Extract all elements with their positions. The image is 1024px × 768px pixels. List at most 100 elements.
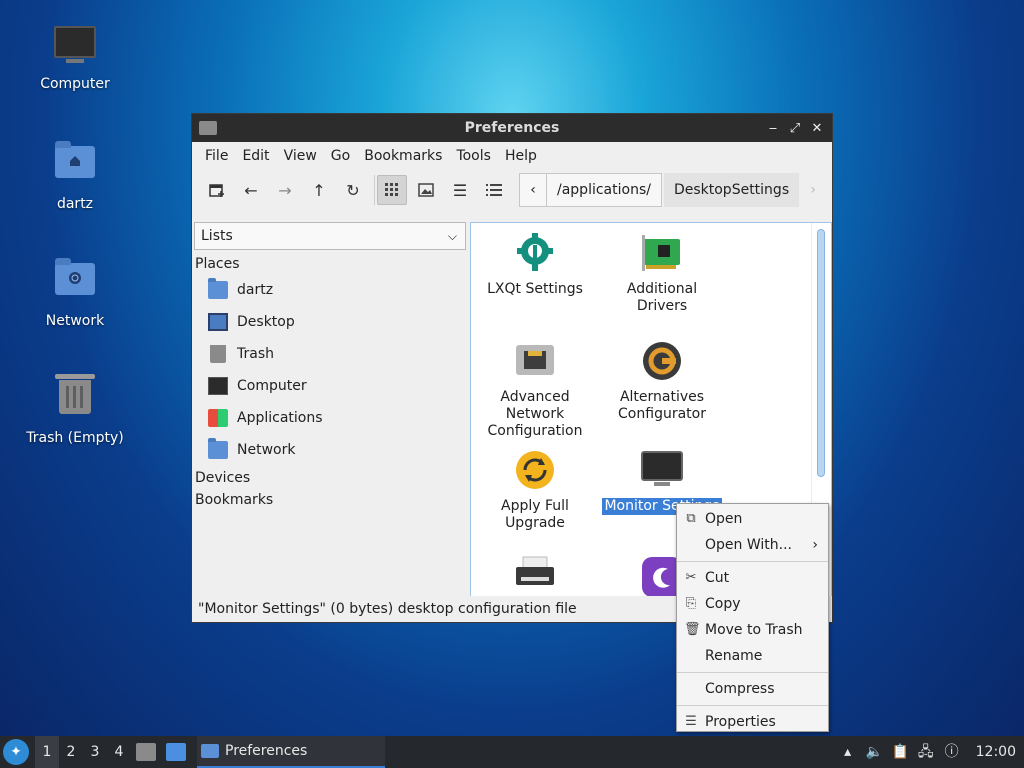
properties-icon: ☰ <box>685 714 697 729</box>
clipboard-icon[interactable]: 📋 <box>892 744 909 760</box>
minimize-button[interactable]: ‒ <box>764 119 782 137</box>
forward-button[interactable]: → <box>270 175 300 205</box>
desktop-icon-network[interactable]: Network <box>20 257 130 329</box>
show-desktop-icon[interactable] <box>166 743 186 761</box>
volume-icon[interactable]: 🔈 <box>866 744 883 760</box>
file-item-label: Additional Drivers <box>626 281 698 314</box>
compact-view-button[interactable]: ☰ <box>445 175 475 205</box>
file-item[interactable]: Advanced Network Configuration <box>471 339 599 440</box>
printer-icon <box>513 555 557 597</box>
back-button[interactable]: ← <box>236 175 266 205</box>
detailed-view-button[interactable] <box>479 175 509 205</box>
start-menu-button[interactable]: ✦ <box>3 739 29 765</box>
path-segment-applications[interactable]: /applications/ <box>547 173 662 207</box>
menu-edit[interactable]: Edit <box>235 148 276 164</box>
sidebar-item-label: Network <box>237 442 296 458</box>
desktop-icon <box>208 313 228 331</box>
workspace-3[interactable]: 3 <box>83 744 107 760</box>
maximize-button[interactable]: ⤢ <box>786 119 804 137</box>
sidebar-item-computer[interactable]: Computer <box>192 370 468 402</box>
menu-separator <box>677 705 828 706</box>
chevron-left-icon: ‹ <box>530 182 536 198</box>
clock[interactable]: 12:00 <box>976 744 1016 760</box>
list-icon: ☰ <box>452 180 468 200</box>
reload-button[interactable]: ↻ <box>338 175 368 205</box>
network-port-icon <box>513 339 557 383</box>
menu-separator <box>677 672 828 673</box>
update-notifier-icon[interactable]: ⓘ <box>944 744 960 760</box>
workspace-4[interactable]: 4 <box>107 744 131 760</box>
menu-item-move-to-trash[interactable]: 🗑 Move to Trash <box>677 617 828 643</box>
menu-item-copy[interactable]: ⎘ Copy <box>677 591 828 617</box>
places-heading[interactable]: Places <box>192 250 468 274</box>
icon-view-button[interactable] <box>377 175 407 205</box>
workspace-1[interactable]: 1 <box>35 736 59 768</box>
path-scroll-right-button[interactable]: › <box>799 173 827 207</box>
task-label: Preferences <box>225 743 308 759</box>
desktop-icon-dartz[interactable]: dartz <box>20 140 130 212</box>
sidebar-item-label: Desktop <box>237 314 295 330</box>
copy-icon: ⎘ <box>685 596 697 611</box>
menu-item-open[interactable]: ⧉ Open <box>677 506 828 532</box>
menu-item-label: Open With... <box>705 537 792 553</box>
thumbnail-view-button[interactable] <box>411 175 441 205</box>
menu-tools[interactable]: Tools <box>449 148 498 164</box>
taskbar-task-preferences[interactable]: Preferences <box>197 736 385 768</box>
tray-expand-icon[interactable]: ▴ <box>840 744 856 760</box>
menu-go[interactable]: Go <box>324 148 357 164</box>
applications-icon <box>208 409 228 427</box>
menu-item-open-with[interactable]: Open With... › <box>677 532 828 558</box>
desktop-icon-trash[interactable]: Trash (Empty) <box>20 372 130 446</box>
trash-icon <box>52 374 98 426</box>
side-pane: Lists ⌵ Places dartz Desktop Trash Compu… <box>192 222 468 598</box>
scrollbar-thumb[interactable] <box>817 229 825 477</box>
devices-heading[interactable]: Devices <box>192 466 468 488</box>
desktop-icon-computer[interactable]: Computer <box>20 22 130 92</box>
menu-item-cut[interactable]: ✂ Cut <box>677 565 828 591</box>
bookmarks-heading[interactable]: Bookmarks <box>192 488 468 510</box>
drivers-card-icon <box>640 231 684 275</box>
menu-item-label: Rename <box>705 648 763 664</box>
file-item[interactable] <box>471 555 599 597</box>
arrow-right-icon: → <box>278 180 292 200</box>
up-button[interactable]: ↑ <box>304 175 334 205</box>
new-tab-button[interactable] <box>202 175 232 205</box>
menu-bookmarks[interactable]: Bookmarks <box>357 148 449 164</box>
workspace-2[interactable]: 2 <box>59 744 83 760</box>
context-menu: ⧉ Open Open With... › ✂ Cut ⎘ Copy 🗑 Mov… <box>676 503 829 732</box>
computer-icon <box>208 377 228 395</box>
image-icon <box>418 183 434 197</box>
file-item[interactable]: Apply Full Upgrade <box>471 448 599 532</box>
system-tray: ▴ 🔈 📋 🖧 ⓘ 12:00 <box>840 744 1024 760</box>
file-item[interactable]: Alternatives Configurator <box>598 339 726 423</box>
sidebar-item-desktop[interactable]: Desktop <box>192 306 468 338</box>
title-bar[interactable]: Preferences ‒ ⤢ ✕ <box>192 114 832 142</box>
menu-view[interactable]: View <box>277 148 324 164</box>
sidebar-item-applications[interactable]: Applications <box>192 402 468 434</box>
computer-icon <box>52 26 98 72</box>
menu-item-label: Properties <box>705 714 776 730</box>
menu-item-compress[interactable]: Compress <box>677 676 828 702</box>
path-segment-desktopsettings[interactable]: DesktopSettings <box>663 173 800 207</box>
file-manager-launcher-icon[interactable] <box>136 743 156 761</box>
window-folder-icon <box>199 121 217 135</box>
home-folder-icon <box>208 278 228 299</box>
menu-item-rename[interactable]: Rename <box>677 643 828 669</box>
sidebar-item-trash[interactable]: Trash <box>192 338 468 370</box>
close-button[interactable]: ✕ <box>808 119 826 137</box>
sidebar-item-label: Computer <box>237 378 307 394</box>
menu-item-properties[interactable]: ☰ Properties <box>677 709 828 735</box>
alternatives-icon <box>640 339 684 383</box>
menu-item-label: Move to Trash <box>705 622 803 638</box>
side-pane-mode-select[interactable]: Lists ⌵ <box>194 222 466 250</box>
reload-icon: ↻ <box>346 180 360 200</box>
file-item-label: Alternatives Configurator <box>618 389 706 422</box>
path-scroll-left-button[interactable]: ‹ <box>519 173 547 207</box>
sidebar-item-network[interactable]: Network <box>192 434 468 466</box>
file-item[interactable]: LXQt Settings <box>471 231 599 298</box>
menu-file[interactable]: File <box>198 148 235 164</box>
sidebar-item-dartz[interactable]: dartz <box>192 274 468 306</box>
menu-help[interactable]: Help <box>498 148 544 164</box>
file-item[interactable]: Additional Drivers <box>598 231 726 315</box>
network-icon[interactable]: 🖧 <box>918 744 934 760</box>
